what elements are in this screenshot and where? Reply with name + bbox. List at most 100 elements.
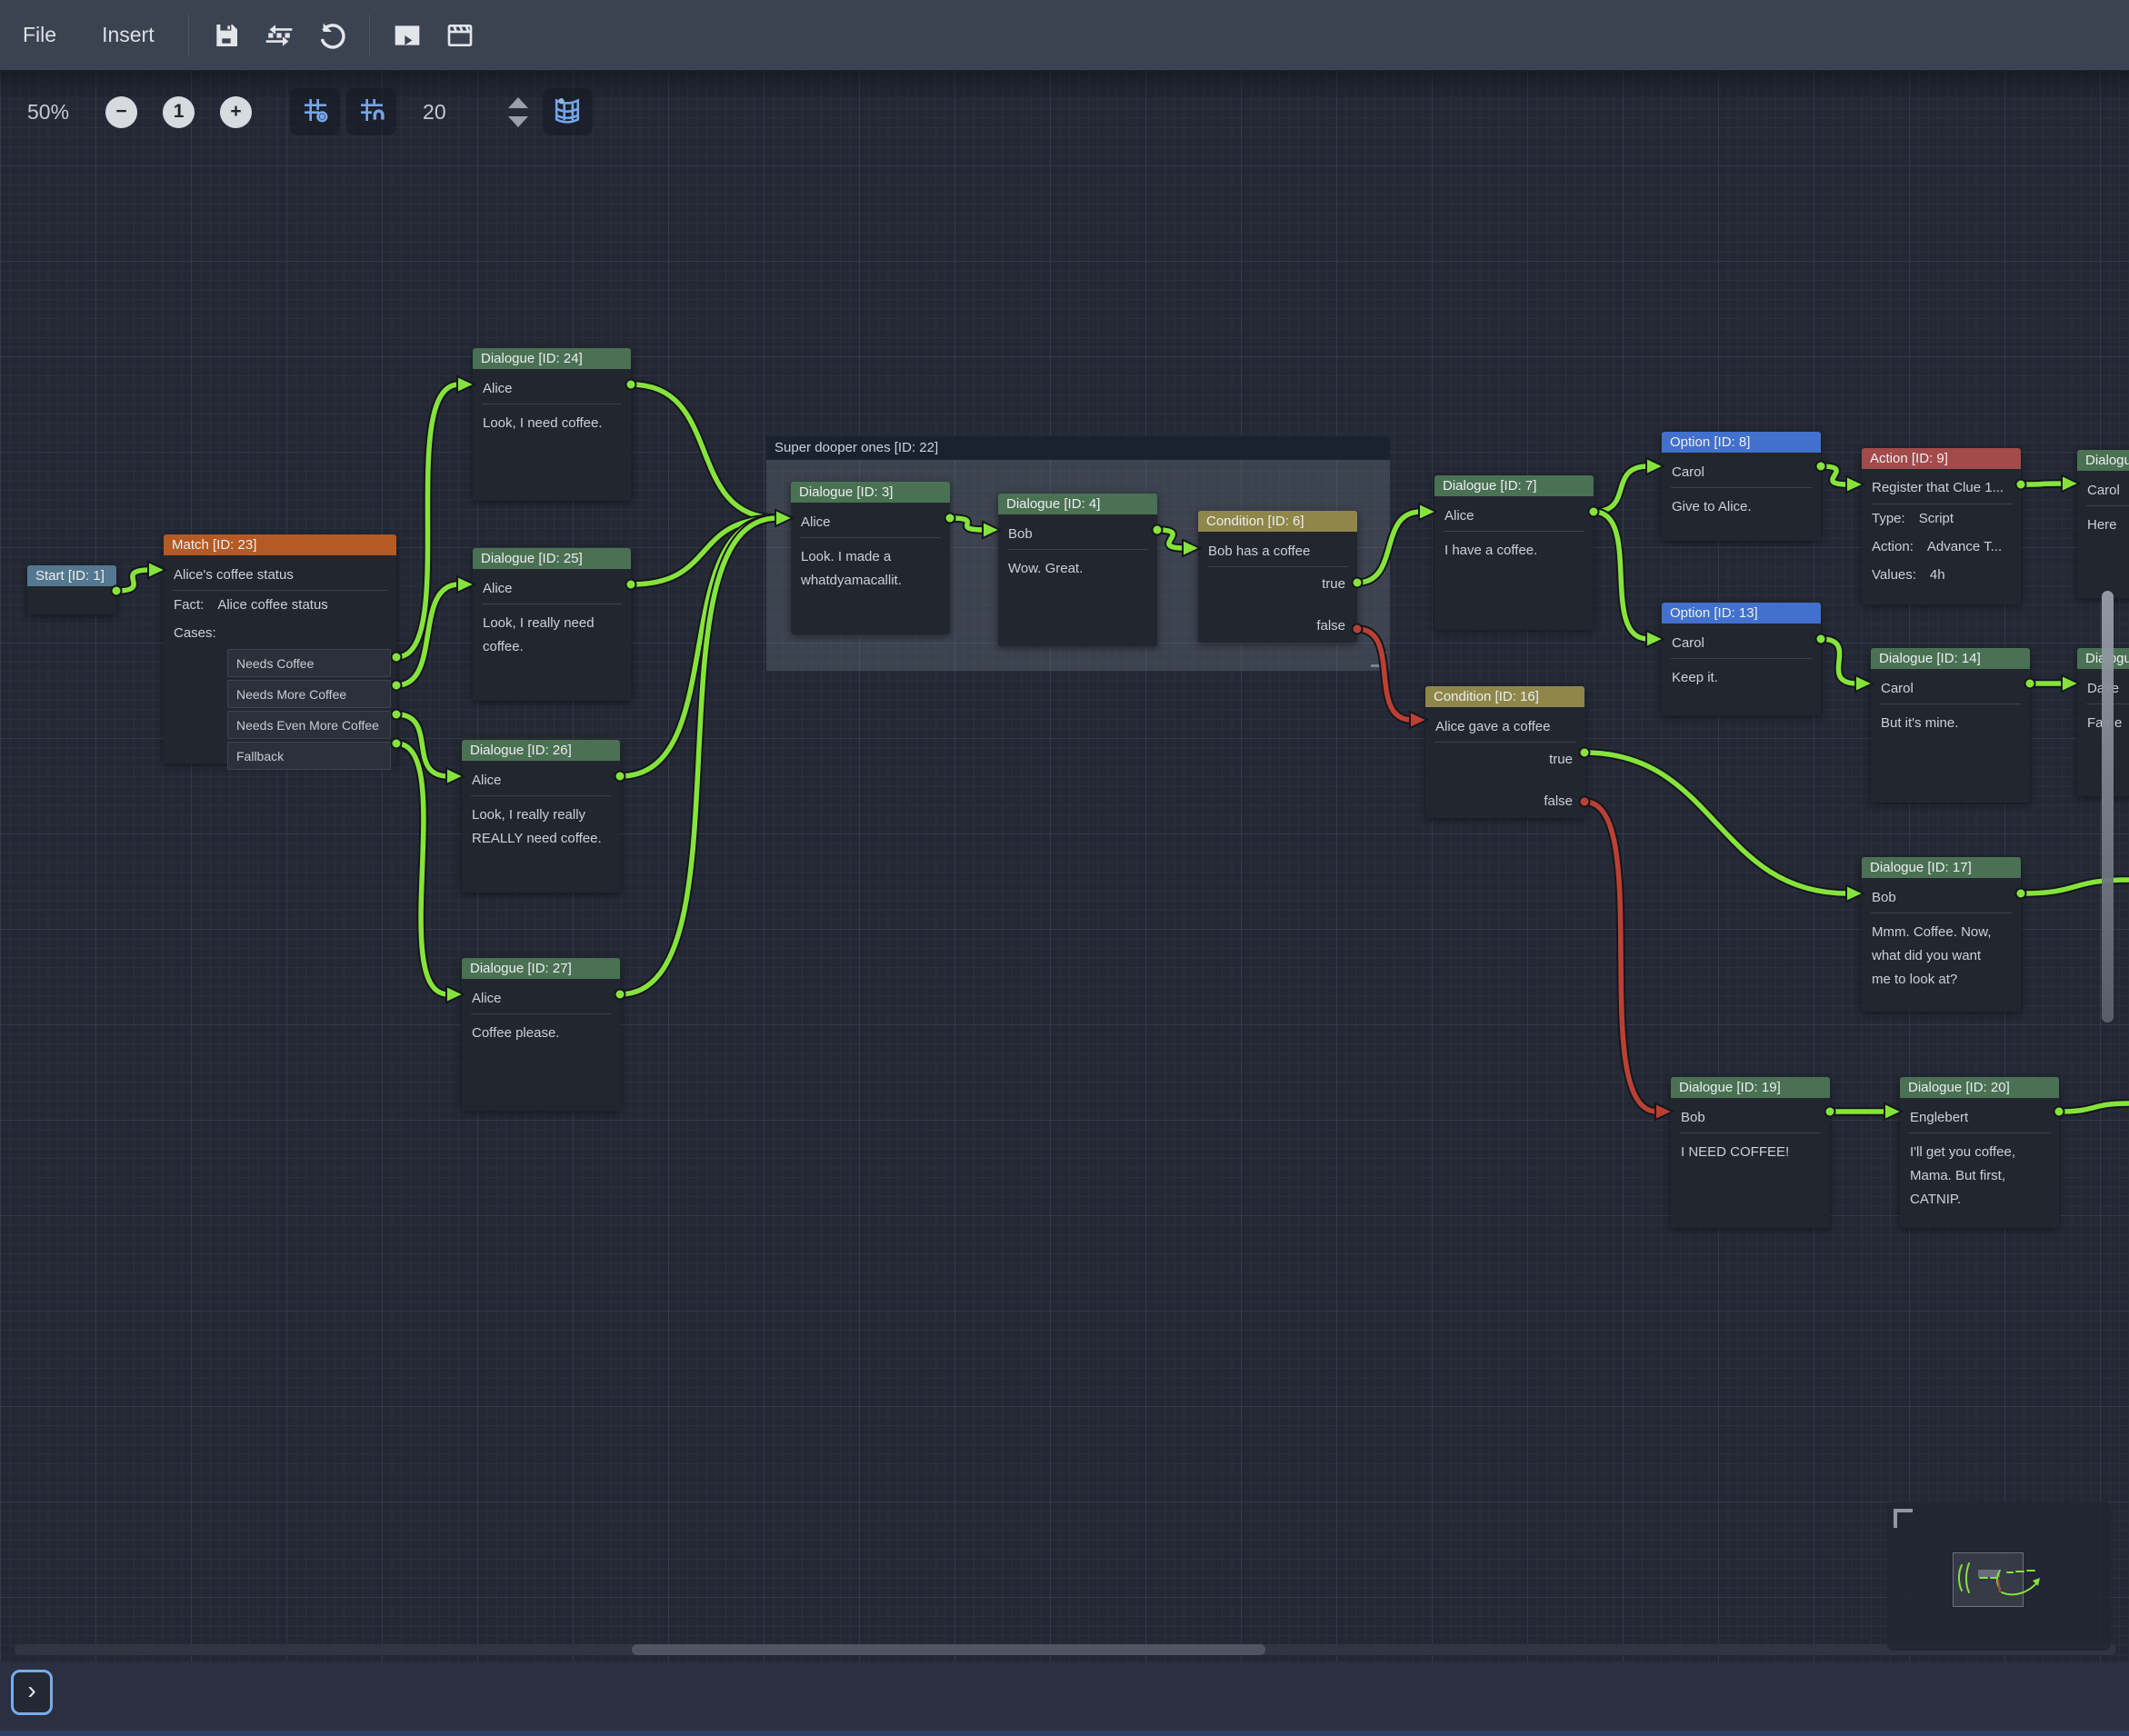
node-title[interactable]: Dialogue (2077, 450, 2129, 471)
horizontal-scrollbar[interactable] (15, 1644, 2116, 1655)
node-action-9[interactable]: Action [ID: 9]Register that Clue 1...Typ… (1862, 448, 2021, 604)
toggle-grid-button[interactable] (290, 88, 340, 135)
node-title[interactable]: Dialogue [ID: 3] (791, 482, 950, 503)
node-body: Bob I NEED COFFEE! (1671, 1098, 1830, 1164)
dialogue-text: Wow. Great. (998, 550, 1157, 581)
node-dialogue-14[interactable]: Dialogue [ID: 14]CarolBut it's mine. (1871, 648, 2030, 803)
node-body (27, 586, 116, 590)
node-option-13[interactable]: Option [ID: 13] CarolKeep it. (1662, 603, 1821, 715)
property-label: Values: (1872, 567, 1916, 583)
node-dialogue-20[interactable]: Dialogue [ID: 20]EnglebertI'll get you c… (1900, 1077, 2059, 1228)
node-dialogue-7[interactable]: Dialogue [ID: 7]AliceI have a coffee. (1434, 475, 1594, 630)
node-dialogue-26[interactable]: Dialogue [ID: 26]AliceLook, I really rea… (462, 740, 620, 893)
undo-icon (317, 21, 346, 50)
case-row[interactable]: Needs More Coffee (227, 680, 391, 708)
node-title[interactable]: Condition [ID: 16] (1425, 686, 1584, 707)
dialogue-graph-editor: File Insert (0, 0, 2129, 1736)
property-label: Fact: (174, 597, 204, 613)
dialogue-text: I NEED COFFEE! (1671, 1133, 1830, 1164)
node-title[interactable]: Action [ID: 9] (1862, 448, 2021, 469)
node-title[interactable]: Dialogue [ID: 24] (473, 348, 631, 369)
case-row[interactable]: Needs Even More Coffee (227, 711, 391, 739)
toggle-snap-button[interactable] (346, 88, 396, 135)
minimap-graph-preview (1887, 1502, 2111, 1651)
new-scene-button[interactable] (434, 9, 486, 62)
minimap-panel[interactable] (1887, 1502, 2111, 1651)
node-dialogue-25[interactable]: Dialogue [ID: 25]AliceLook, I really nee… (473, 548, 631, 701)
play-scene-button[interactable] (381, 9, 434, 62)
node-body: BobWow. Great. (998, 514, 1157, 581)
node-title[interactable]: Condition [ID: 6] (1198, 511, 1357, 532)
zoom-reset-button[interactable]: 1 (163, 96, 195, 128)
text-line: I have a coffee. (1444, 539, 1584, 563)
menu-bar: File Insert (0, 0, 2129, 70)
node-dialogue-10[interactable]: DialogueCarolHere (2077, 450, 2129, 598)
case-row[interactable]: Needs Coffee (227, 649, 391, 677)
node-title[interactable]: Dialogue [ID: 19] (1671, 1077, 1830, 1098)
minimap-icon (552, 95, 583, 129)
node-dialogue-27[interactable]: Dialogue [ID: 27]AliceCoffee please. (462, 958, 620, 1111)
node-title[interactable]: Dialogue [ID: 27] (462, 958, 620, 979)
graph-canvas[interactable]: Super dooper ones [ID: 22] Start [ID: 1] M… (0, 70, 2129, 1661)
spinner-up-icon[interactable] (508, 97, 528, 108)
speaker-row: Bob (1671, 1102, 1830, 1132)
toggle-minimap-button[interactable] (543, 88, 593, 135)
zoom-percent-label: 50% (27, 100, 69, 125)
save-button[interactable] (200, 9, 253, 62)
node-body: Alice gave a coffeetruefalse (1425, 707, 1584, 826)
node-title[interactable]: Option [ID: 8] (1662, 432, 1821, 453)
node-body: EnglebertI'll get you coffee,Mama. But f… (1900, 1098, 2059, 1212)
text-line: I NEED COFFEE! (1681, 1141, 1820, 1164)
text-line: what did you want (1872, 944, 2011, 968)
text-line: Mama. But first, (1910, 1164, 2049, 1188)
node-option-8[interactable]: Option [ID: 8]CarolGive to Alice. (1662, 432, 1821, 541)
node-title[interactable]: Super dooper ones [ID: 22] (766, 436, 1390, 460)
node-dialogue-3[interactable]: Dialogue [ID: 3]AliceLook. I made awhatd… (791, 482, 950, 634)
snap-distance-spinner[interactable] (508, 88, 528, 135)
property-label: Type: (1872, 511, 1905, 526)
node-match-23[interactable]: Match [ID: 23]Alice's coffee statusFact:… (164, 534, 396, 763)
node-dialogue-17[interactable]: Dialogue [ID: 17]BobMmm. Coffee. Now,wha… (1862, 857, 2021, 1012)
node-title[interactable]: Start [ID: 1] (27, 565, 116, 586)
node-title[interactable]: Dialogue [ID: 4] (998, 494, 1157, 514)
node-condition-16[interactable]: Condition [ID: 16]Alice gave a coffeetru… (1425, 686, 1584, 818)
chevron-right-icon: › (27, 1676, 35, 1705)
node-dialogue-19[interactable]: Dialogue [ID: 19] Bob I NEED COFFEE! (1671, 1077, 1830, 1228)
text-line: Look, I really need (483, 612, 621, 635)
node-title[interactable]: Dialogue [ID: 7] (1434, 475, 1594, 496)
node-dialogue-4[interactable]: Dialogue [ID: 4]BobWow. Great. (998, 494, 1157, 646)
scene-play-icon (393, 21, 422, 50)
node-title[interactable]: Dialogue [ID: 26] (462, 740, 620, 761)
case-row[interactable]: Fallback (227, 742, 391, 770)
zoom-in-button[interactable]: + (220, 96, 252, 128)
node-title[interactable]: Dialogue [ID: 14] (1871, 648, 2030, 669)
horizontal-scrollbar-thumb[interactable] (632, 1644, 1265, 1655)
node-title[interactable]: Dialogue [ID: 20] (1900, 1077, 2059, 1098)
node-title[interactable]: Dialogue [ID: 17] (1862, 857, 2021, 878)
menu-insert[interactable]: Insert (79, 23, 177, 47)
property-value: 4h (1930, 567, 1945, 583)
node-title[interactable]: Option [ID: 13] (1662, 603, 1821, 624)
node-body: AliceLook, I need coffee. (473, 369, 631, 435)
speaker-row: Bob has a coffee (1198, 535, 1357, 566)
remap-button[interactable] (253, 9, 305, 62)
text-line: Wow. Great. (1008, 557, 1147, 581)
menu-file[interactable]: File (0, 23, 79, 47)
node-title[interactable]: Match [ID: 23] (164, 534, 396, 555)
node-condition-6[interactable]: Condition [ID: 6]Bob has a coffeetruefal… (1198, 511, 1357, 643)
vertical-scrollbar-thumb[interactable] (2102, 591, 2114, 1023)
group-resize-handle[interactable] (1371, 652, 1386, 667)
undo-button[interactable] (305, 9, 358, 62)
dialogue-text: Keep it. (1662, 659, 1821, 690)
dialogue-text: Look, I need coffee. (473, 404, 631, 435)
snap-distance-value[interactable]: 20 (423, 100, 446, 125)
text-line: whatdyamacallit. (801, 569, 940, 593)
speaker-row: Carol (1662, 627, 1821, 658)
property-row: Fact:Alice coffee status (164, 591, 396, 619)
node-start-1[interactable]: Start [ID: 1] (27, 565, 116, 614)
zoom-out-button[interactable]: − (105, 96, 137, 128)
node-title[interactable]: Dialogue [ID: 25] (473, 548, 631, 569)
spinner-down-icon[interactable] (508, 116, 528, 127)
expand-panel-button[interactable]: › (11, 1670, 53, 1715)
node-dialogue-24[interactable]: Dialogue [ID: 24]AliceLook, I need coffe… (473, 348, 631, 501)
